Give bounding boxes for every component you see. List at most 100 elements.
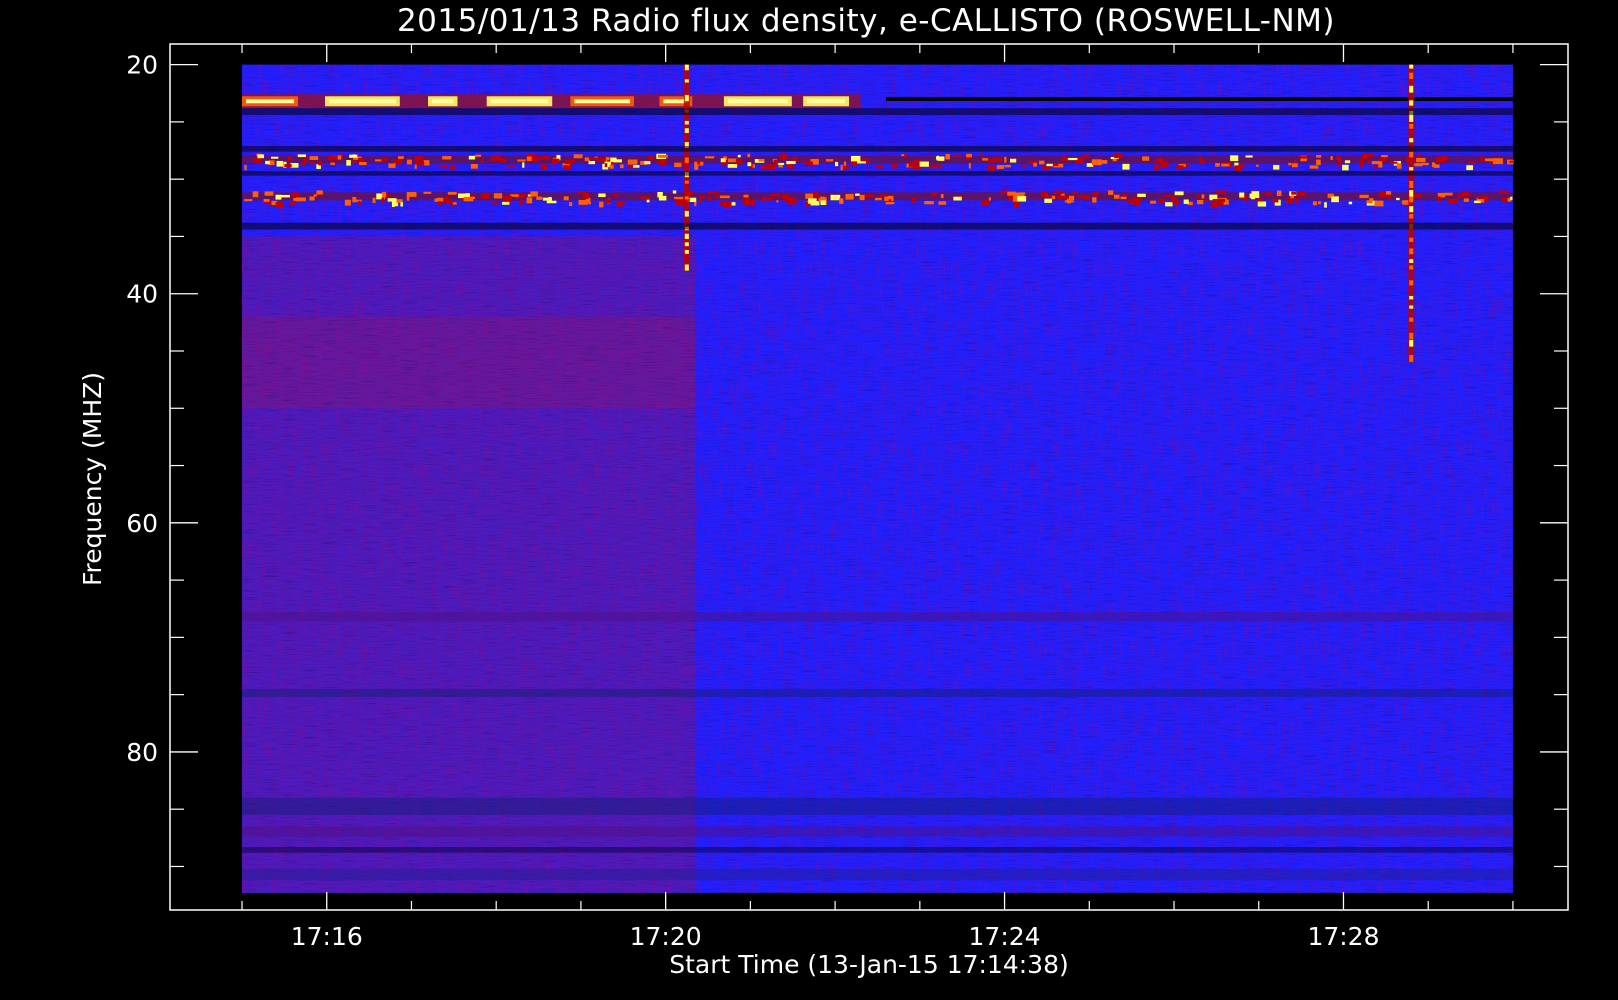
heatmap-speckle: [1093, 191, 1099, 195]
heatmap-speckle: [1175, 165, 1184, 169]
heatmap-speckle: [1215, 163, 1220, 167]
heatmap-speckle: [834, 161, 839, 167]
heatmap-speckle: [344, 199, 351, 206]
heatmap-speckle: [919, 161, 929, 167]
heatmap-speckle: [770, 193, 781, 197]
heatmap-speckle: [406, 195, 410, 201]
heatmap-speckle: [1262, 190, 1266, 194]
heatmap-speckle: [1203, 199, 1211, 202]
heatmap-speckle: [1108, 190, 1114, 195]
heatmap-speckle: [578, 199, 589, 205]
heatmap-speckle: [610, 157, 617, 162]
heatmap-speckle: [901, 154, 905, 157]
heatmap-speckle: [735, 158, 743, 165]
heatmap-speckle: [612, 193, 619, 197]
heatmap-burst-speckle: [684, 242, 689, 247]
heatmap-speckle: [825, 159, 834, 162]
heatmap-speckle: [423, 160, 430, 166]
heatmap-speckle: [1053, 190, 1064, 194]
heatmap-band-core: [329, 99, 396, 104]
heatmap-speckle: [1492, 158, 1503, 165]
heatmap-speckle: [588, 161, 596, 165]
heatmap-speckle: [577, 191, 587, 195]
heatmap-speckle: [1273, 164, 1280, 170]
heatmap-speckle: [1385, 191, 1391, 195]
heatmap-speckle: [1359, 162, 1364, 167]
heatmap-speckle: [938, 156, 945, 161]
heatmap-speckle: [480, 193, 490, 199]
heatmap-speckle: [1291, 191, 1296, 195]
heatmap-speckle: [659, 159, 667, 166]
heatmap-speckle: [657, 191, 663, 198]
heatmap-speckle: [1121, 194, 1128, 197]
heatmap-burst-speckle: [684, 157, 689, 164]
heatmap-speckle: [397, 156, 404, 159]
heatmap-speckle: [1484, 158, 1493, 162]
heatmap-burst-speckle: [1409, 196, 1414, 203]
heatmap-speckle: [1093, 160, 1099, 165]
heatmap-speckle: [397, 158, 402, 164]
heatmap-speckle: [830, 194, 841, 201]
heatmap-speckle: [719, 195, 730, 199]
heatmap-speckle: [1210, 202, 1219, 208]
heatmap-speckle: [1164, 194, 1175, 198]
heatmap-speckle: [953, 196, 962, 201]
heatmap-speckle: [776, 200, 779, 203]
heatmap-speckle: [439, 164, 448, 168]
heatmap-speckle: [1257, 201, 1267, 207]
heatmap-speckle: [1317, 201, 1321, 205]
heatmap-burst-speckle: [1409, 138, 1414, 143]
heatmap-speckle: [1101, 160, 1108, 164]
heatmap-speckle: [1197, 199, 1204, 205]
heatmap-speckle: [1294, 159, 1297, 163]
heatmap-row-stripe: [242, 846, 1513, 853]
heatmap-speckle: [747, 153, 751, 158]
heatmap-speckle: [275, 202, 284, 208]
x-tick-label: 17:28: [1307, 922, 1379, 951]
heatmap-speckle: [1082, 154, 1090, 159]
x-tick-label: 17:20: [630, 922, 702, 951]
heatmap-speckle: [309, 196, 315, 201]
heatmap-speckle: [874, 165, 884, 169]
heatmap-speckle: [264, 191, 274, 196]
heatmap-speckle: [442, 156, 452, 160]
heatmap-burst-speckle: [1409, 206, 1414, 213]
heatmap-burst-speckle: [1409, 100, 1414, 106]
heatmap-speckle: [519, 200, 524, 205]
heatmap-speckle: [1296, 191, 1307, 197]
heatmap-speckle: [633, 165, 640, 168]
heatmap-speckle: [304, 157, 308, 163]
heatmap-burst-speckle: [1409, 265, 1414, 270]
heatmap-band-core: [807, 99, 846, 104]
heatmap-burst-speckle: [1409, 123, 1414, 129]
heatmap-speckle: [980, 154, 984, 157]
heatmap-speckle: [1388, 195, 1391, 200]
heatmap-speckle: [806, 161, 813, 165]
heatmap-speckle: [1137, 193, 1146, 197]
heatmap-speckle: [1316, 155, 1322, 158]
heatmap-speckle: [297, 154, 307, 158]
heatmap-speckle: [530, 191, 538, 197]
heatmap-speckle: [786, 164, 795, 169]
spectrogram-heatmap: [242, 64, 1514, 893]
heatmap-burst-speckle: [684, 233, 689, 239]
heatmap-speckle: [1197, 194, 1200, 199]
heatmap-speckle: [708, 196, 712, 201]
heatmap-speckle: [536, 196, 543, 200]
heatmap-burst-speckle: [684, 94, 689, 102]
heatmap-speckle: [1436, 157, 1446, 163]
heatmap-speckle: [720, 158, 726, 163]
heatmap-speckle: [359, 161, 367, 166]
heatmap-band-core: [490, 99, 549, 104]
heatmap-speckle: [1052, 163, 1059, 167]
heatmap-speckle: [888, 199, 892, 202]
heatmap-burst-speckle: [1409, 354, 1414, 362]
heatmap-speckle: [244, 164, 247, 171]
y-tick-label: 40: [126, 280, 158, 309]
heatmap-speckle: [1482, 195, 1486, 198]
heatmap-speckle: [599, 201, 604, 208]
spectrogram-chart: 2015/01/13 Radio flux density, e-CALLIST…: [78, 3, 1569, 979]
heatmap-speckle: [1460, 191, 1468, 197]
heatmap-burst-speckle: [1409, 280, 1414, 286]
heatmap-burst-speckle: [1409, 151, 1414, 158]
